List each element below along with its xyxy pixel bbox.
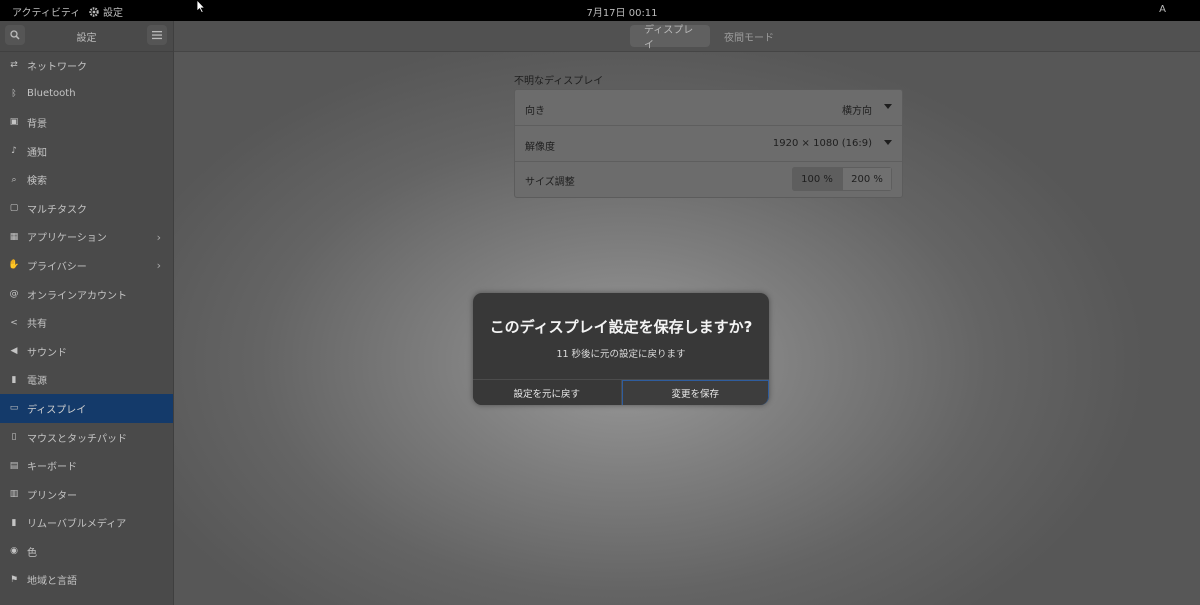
color-icon: ◉ — [10, 546, 18, 557]
chevron-right-icon: › — [156, 230, 161, 244]
sidebar-item[interactable]: ▮ リムーバブルメディア — [0, 509, 173, 538]
background-icon: ▣ — [9, 117, 19, 128]
hamburger-icon — [152, 31, 162, 40]
sidebar-item-label: マウスとタッチパッド — [27, 433, 127, 445]
share-icon: < — [10, 317, 18, 328]
scale-label: サイズ調整 — [525, 177, 575, 188]
mouse-cursor-icon — [196, 0, 206, 13]
sidebar-item-label: キーボード — [27, 462, 77, 474]
sidebar-item-label: 地域と言語 — [27, 576, 77, 588]
bell-icon: ♪ — [11, 146, 17, 157]
keep-changes-button[interactable]: 変更を保存 — [621, 380, 769, 405]
dropdown-arrow-icon — [884, 140, 892, 145]
scale-100-button[interactable]: 100 % — [792, 167, 842, 191]
speaker-icon: ◀ — [10, 346, 18, 357]
chevron-right-icon: › — [156, 259, 161, 273]
sidebar-item[interactable]: ▮ 電源 — [0, 366, 173, 395]
sidebar-item-label: プリンター — [27, 490, 77, 502]
confirm-display-dialog: このディスプレイ設定を保存しますか? 11 秒後に元の設定に戻ります 設定を元に… — [473, 293, 769, 405]
sidebar-item[interactable]: ⚑ 地域と言語 — [0, 566, 173, 595]
sidebar-item-label: ディスプレイ — [27, 404, 87, 416]
network-icon: ⇄ — [10, 60, 18, 71]
sidebar-item[interactable]: ▣ 背景 — [0, 108, 173, 137]
sidebar-item[interactable]: ▥ プリンター — [0, 480, 173, 509]
sidebar-item[interactable]: ▤ キーボード — [0, 451, 173, 480]
resolution-label: 解像度 — [525, 142, 555, 153]
sidebar-item[interactable]: ◉ 色 — [0, 537, 173, 566]
sidebar-item-label: 通知 — [27, 147, 47, 159]
sidebar-item-label: 検索 — [27, 176, 47, 188]
apps-icon: ▦ — [9, 231, 19, 242]
tab-display[interactable]: ディスプレイ — [630, 25, 710, 51]
sidebar-item[interactable]: < 共有 — [0, 308, 173, 337]
multitasking-icon: ▢ — [9, 203, 19, 214]
keyboard-icon: ▤ — [9, 460, 19, 471]
mouse-icon: ▯ — [11, 432, 17, 443]
hand-icon: ✋ — [8, 260, 20, 271]
dialog-message: 11 秒後に元の設定に戻ります — [556, 349, 686, 360]
sidebar-header: 設定 — [0, 21, 173, 52]
usb-icon: ▮ — [11, 517, 17, 528]
top-bar: アクティビティ 設定 7月17日 00:11 A — [0, 0, 1200, 21]
sidebar-item[interactable]: @ オンラインアカウント — [0, 280, 173, 309]
view-switcher: ディスプレイ 夜間モード — [630, 25, 788, 51]
sidebar-item[interactable]: ♪ 通知 — [0, 137, 173, 166]
sidebar-list: ⇄ ネットワーク ᛒ Bluetooth ▣ 背景 ♪ 通知 ⌕ 検索 ▢ マルチタスク ▦ アプリケーシ… — [0, 51, 173, 594]
revert-settings-button[interactable]: 設定を元に戻す — [473, 380, 622, 405]
sidebar-item-label: プライバシー — [27, 261, 87, 273]
power-icon: ▮ — [11, 374, 17, 385]
sidebar-item-label: 共有 — [27, 319, 47, 331]
sidebar-item[interactable]: ⌕ 検索 — [0, 165, 173, 194]
sidebar: 設定 ⇄ ネットワーク ᛒ Bluetooth ▣ 背景 ♪ 通知 ⌕ 検索 ▢ マルチタスク ▦ アプリ… — [0, 21, 174, 605]
sidebar-item-label: サウンド — [27, 347, 67, 359]
sidebar-item[interactable]: ▯ マウスとタッチパッド — [0, 423, 173, 452]
orientation-value[interactable]: 横方向 — [842, 102, 872, 117]
sidebar-item[interactable]: ⇄ ネットワーク — [0, 51, 173, 80]
sidebar-item[interactable]: ᛒ Bluetooth — [0, 80, 173, 109]
sidebar-item-label: 電源 — [27, 376, 47, 388]
dialog-title: このディスプレイ設定を保存しますか? — [489, 318, 753, 336]
display-settings-card: 向き 横方向 解像度 1920 × 1080 (16:9) サイズ調整 100 … — [514, 89, 903, 198]
sidebar-item[interactable]: ✋ プライバシー › — [0, 251, 173, 280]
sidebar-item[interactable]: ▢ マルチタスク — [0, 194, 173, 223]
bluetooth-icon: ᛒ — [11, 88, 17, 99]
dialog-buttons: 設定を元に戻す 変更を保存 — [473, 379, 769, 405]
sidebar-item-label: Bluetooth — [27, 88, 76, 100]
scale-toggle-group: 100 % 200 % — [792, 167, 892, 191]
scale-row: サイズ調整 100 % 200 % — [515, 161, 902, 196]
scale-200-button[interactable]: 200 % — [842, 167, 892, 191]
sidebar-item-label: ネットワーク — [27, 61, 87, 73]
sidebar-item-label: リムーバブルメディア — [27, 519, 127, 531]
main-header: ディスプレイ 夜間モード — [174, 21, 1200, 52]
main-menu-button[interactable] — [147, 25, 167, 45]
sidebar-item-label: アプリケーション — [27, 233, 107, 245]
dropdown-arrow-icon — [884, 104, 892, 109]
sidebar-item-label: 色 — [27, 547, 37, 559]
orientation-row[interactable]: 向き 横方向 — [515, 90, 902, 126]
tab-night-light[interactable]: 夜間モード — [710, 25, 788, 47]
sidebar-item[interactable]: ◀ サウンド — [0, 337, 173, 366]
sidebar-item[interactable]: ▦ アプリケーション › — [0, 223, 173, 252]
flag-icon: ⚑ — [9, 574, 19, 585]
at-icon: @ — [9, 289, 19, 300]
display-name: 不明なディスプレイ — [514, 76, 604, 87]
sidebar-item[interactable]: ▭ ディスプレイ — [0, 394, 173, 423]
sidebar-item-label: マルチタスク — [27, 204, 87, 216]
search-icon: ⌕ — [11, 174, 17, 185]
resolution-value[interactable]: 1920 × 1080 (16:9) — [773, 138, 872, 149]
input-method-indicator[interactable]: A — [1159, 4, 1166, 15]
sidebar-item-label: 背景 — [27, 118, 47, 130]
sidebar-item-label: オンラインアカウント — [27, 290, 127, 302]
monitor-icon: ▭ — [9, 403, 19, 414]
resolution-row[interactable]: 解像度 1920 × 1080 (16:9) — [515, 126, 902, 162]
printer-icon: ▥ — [9, 489, 19, 500]
clock[interactable]: 7月17日 00:11 — [0, 4, 1200, 19]
orientation-label: 向き — [525, 106, 545, 117]
